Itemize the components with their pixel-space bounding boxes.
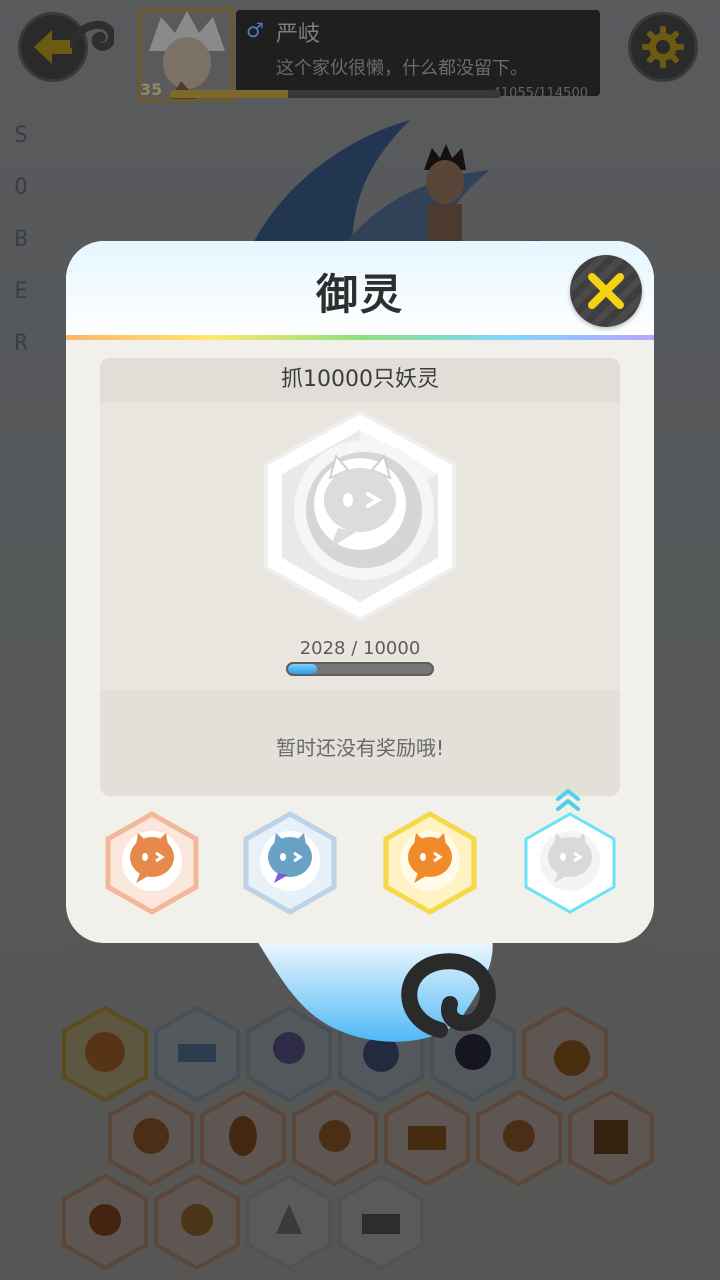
progress-bar-fill (288, 664, 318, 674)
selected-indicator-icon (556, 789, 580, 811)
player-info-panel: ♂ 严岐 这个家伙很懒，什么都没留下。 41055/114500 (236, 10, 600, 101)
player-level: 35 (140, 80, 163, 99)
demon-face-bronze-icon (105, 811, 199, 915)
achievement-detail-panel: 抓10000只妖灵 2028 / 10000 暂时还没有奖励哦! (100, 358, 620, 796)
demon-face-platinum-icon (524, 812, 616, 914)
progress-text: 2028 / 10000 (299, 638, 421, 659)
xp-bar (170, 90, 500, 98)
achievement-medal-icon (264, 409, 456, 623)
xp-text: 41055/114500 (492, 86, 588, 101)
player-profile-card[interactable]: ♂ 严岐 这个家伙很懒，什么都没留下。 41055/114500 35 (138, 8, 600, 102)
reward-area: 暂时还没有奖励哦! (100, 690, 620, 796)
player-name: 严岐 (276, 22, 321, 47)
dialog-title: 御灵 (315, 270, 404, 319)
tier-medal-platinum[interactable] (522, 811, 618, 915)
tier-medal-silver[interactable] (242, 811, 338, 915)
swirl-decoration (70, 20, 114, 51)
achievement-task: 抓10000只妖灵 (100, 358, 620, 402)
close-button[interactable] (570, 255, 642, 327)
progress-bar (286, 662, 434, 676)
settings-button[interactable] (628, 12, 698, 82)
tier-medal-bronze[interactable] (104, 811, 200, 915)
tier-medal-gold[interactable] (382, 811, 478, 915)
demon-face-gold-icon (383, 811, 477, 915)
demon-face-silver-icon (243, 811, 337, 915)
xp-bar-fill (170, 90, 289, 98)
male-icon: ♂ (246, 18, 264, 42)
player-signature: 这个家伙很懒，什么都没留下。 (276, 58, 528, 79)
rainbow-divider (66, 335, 654, 340)
achievement-dialog: 御灵 抓10000只妖灵 2028 / 10000 暂时还没有奖励哦! (66, 241, 654, 943)
reward-empty-text: 暂时还没有奖励哦! (275, 736, 445, 760)
close-icon (588, 273, 624, 309)
speech-swirl-tail (250, 930, 496, 1042)
gear-icon (642, 26, 684, 68)
